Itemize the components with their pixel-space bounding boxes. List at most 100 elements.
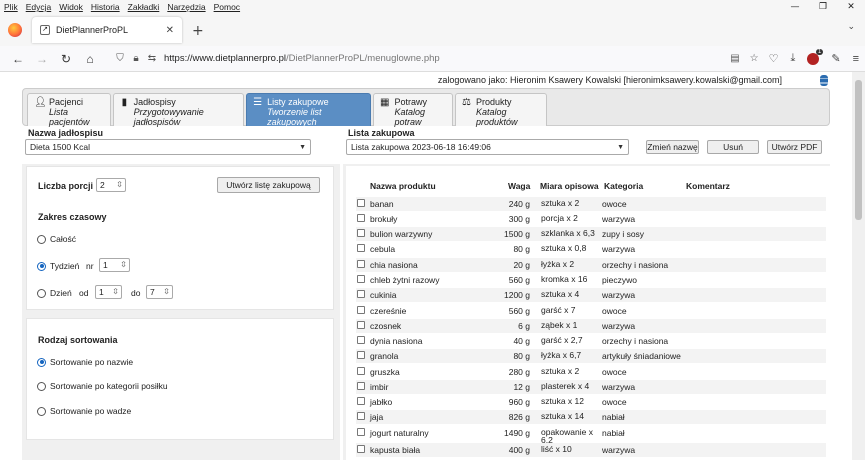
table-row: granola 80 g łyżka x 6,7 artykuły śniadanio… bbox=[356, 349, 826, 363]
minimize-icon[interactable]: — bbox=[781, 0, 809, 14]
home-icon[interactable]: ⌂ bbox=[78, 52, 102, 66]
cell-product: czereśnie bbox=[370, 306, 407, 316]
radio-circle[interactable] bbox=[37, 234, 46, 244]
row-checkbox[interactable] bbox=[357, 199, 365, 207]
row-checkbox[interactable] bbox=[357, 260, 365, 268]
menu-edit[interactable]: Edycja bbox=[26, 2, 52, 12]
cell-measure: łyżka x 2 bbox=[541, 259, 575, 269]
row-checkbox[interactable] bbox=[357, 367, 365, 375]
url-bar[interactable]: ⛉ 🔒︎ ⇆ https://www.dietplannerpro.pl/Die… bbox=[108, 48, 763, 70]
tab-shopping-lists[interactable]: ☰ Listy zakupowe Tworzenie list zakupowyc… bbox=[246, 93, 371, 127]
range-all-radio[interactable]: Całość bbox=[37, 234, 76, 244]
row-checkbox[interactable] bbox=[357, 412, 365, 420]
chevron-down-icon[interactable]: ⌄ bbox=[847, 22, 855, 32]
cell-category: warzywa bbox=[602, 244, 636, 254]
chevron-down-icon: ▼ bbox=[617, 143, 624, 151]
menu-bookmarks[interactable]: Zakładki bbox=[128, 2, 160, 12]
day-from-label: od bbox=[79, 288, 89, 298]
database-icon[interactable] bbox=[820, 75, 828, 86]
rename-button[interactable]: Zmień nazwę bbox=[646, 140, 699, 154]
close-window-icon[interactable]: ✕ bbox=[837, 0, 865, 14]
sort-by-category-label: Sortowanie po kategorii posiłku bbox=[50, 381, 168, 391]
cell-product: kapusta biała bbox=[370, 445, 421, 455]
day-to-input[interactable]: 7 bbox=[146, 285, 173, 299]
radio-circle[interactable] bbox=[37, 357, 46, 367]
reload-icon[interactable]: ↻ bbox=[54, 52, 78, 66]
tab-sublabel: Katalog potraw bbox=[394, 107, 425, 127]
close-tab-icon[interactable]: ✕ bbox=[166, 25, 174, 36]
tab-products[interactable]: ⚖ Produkty Katalog produktów bbox=[455, 93, 547, 127]
table-row: czereśnie 560 g garść x 7 owoce bbox=[356, 304, 826, 318]
create-list-button[interactable]: Utwórz listę zakupową bbox=[217, 177, 320, 193]
cell-measure: kromka x 16 bbox=[541, 274, 588, 284]
row-checkbox[interactable] bbox=[357, 336, 365, 344]
reader-view-icon[interactable]: ▤ bbox=[730, 53, 739, 64]
menu-select-value: Dieta 1500 Kcal bbox=[30, 142, 91, 152]
firefox-icon[interactable] bbox=[8, 23, 22, 37]
row-checkbox[interactable] bbox=[357, 351, 365, 359]
pocket-icon[interactable]: ♡ bbox=[769, 52, 779, 65]
row-checkbox[interactable] bbox=[357, 229, 365, 237]
range-day-radio[interactable]: Dzień bbox=[37, 288, 72, 298]
radio-circle[interactable] bbox=[37, 261, 46, 271]
cell-category: warzywa bbox=[602, 214, 636, 224]
forward-icon[interactable]: → bbox=[30, 52, 54, 66]
portions-input[interactable]: 2 bbox=[96, 178, 126, 192]
sort-by-weight-radio[interactable]: Sortowanie po wadze bbox=[37, 406, 131, 416]
extensions-icon[interactable]: ✎ bbox=[831, 52, 840, 65]
portions-label: Liczba porcji bbox=[38, 181, 94, 191]
row-checkbox[interactable] bbox=[357, 321, 365, 329]
table-row: jaja 826 g sztuka x 14 nabiał bbox=[356, 410, 826, 424]
bookmark-star-icon[interactable]: ☆ bbox=[750, 53, 759, 64]
row-checkbox[interactable] bbox=[357, 290, 365, 298]
row-checkbox[interactable] bbox=[357, 306, 365, 314]
row-checkbox[interactable] bbox=[357, 428, 365, 436]
tab-patients[interactable]: 👤︎ Pacjenci Lista pacjentów bbox=[27, 93, 111, 127]
shield-icon[interactable]: ⛉ bbox=[112, 53, 128, 64]
restore-icon[interactable]: ❐ bbox=[809, 0, 837, 14]
tab-menus[interactable]: ▮ Jadłospisy Przygotowywanie jadłospisów bbox=[113, 93, 244, 127]
week-nr-input[interactable]: 1 bbox=[99, 258, 130, 272]
cell-measure: liść x 10 bbox=[541, 444, 572, 454]
tab-dishes[interactable]: ▦ Potrawy Katalog potraw bbox=[373, 93, 453, 127]
cell-weight: 400 g bbox=[508, 445, 530, 455]
create-pdf-button[interactable]: Utwórz PDF bbox=[767, 140, 822, 154]
sort-by-name-radio[interactable]: Sortowanie po nazwie bbox=[37, 357, 133, 367]
menu-file[interactable]: Plik bbox=[4, 2, 18, 12]
row-checkbox[interactable] bbox=[357, 445, 365, 453]
row-checkbox[interactable] bbox=[357, 275, 365, 283]
delete-button[interactable]: Usuń bbox=[707, 140, 759, 154]
permissions-icon[interactable]: ⇆ bbox=[144, 53, 160, 64]
cell-measure: sztuka x 14 bbox=[541, 411, 584, 421]
radio-circle[interactable] bbox=[37, 406, 46, 416]
menu-view[interactable]: Widok bbox=[59, 2, 83, 12]
radio-circle[interactable] bbox=[37, 288, 46, 298]
row-checkbox[interactable] bbox=[357, 382, 365, 390]
cell-product: granola bbox=[370, 351, 399, 361]
page-scrollbar[interactable] bbox=[852, 72, 865, 460]
menu-select[interactable]: Dieta 1500 Kcal ▼ bbox=[25, 139, 311, 155]
extension-icon[interactable] bbox=[807, 48, 824, 65]
menu-history[interactable]: Historia bbox=[91, 2, 120, 12]
browser-tab[interactable]: ↗ DietPlannerProPL ✕ bbox=[32, 17, 182, 43]
downloads-icon[interactable]: ⤓ bbox=[790, 52, 795, 65]
radio-circle[interactable] bbox=[37, 381, 46, 391]
cell-product: brokuły bbox=[370, 214, 398, 224]
row-checkbox[interactable] bbox=[357, 214, 365, 222]
new-tab-icon[interactable]: + bbox=[192, 23, 204, 39]
cell-category: owoce bbox=[602, 306, 627, 316]
day-from-input[interactable]: 1 bbox=[95, 285, 122, 299]
menu-tools[interactable]: Narzędzia bbox=[167, 2, 205, 12]
sort-by-category-radio[interactable]: Sortowanie po kategorii posiłku bbox=[37, 381, 168, 391]
hamburger-menu-icon[interactable]: ≡ bbox=[853, 53, 859, 65]
range-week-radio[interactable]: Tydzień bbox=[37, 261, 79, 271]
menu-help[interactable]: Pomoc bbox=[214, 2, 240, 12]
lock-icon[interactable]: 🔒︎ bbox=[128, 53, 144, 64]
row-checkbox[interactable] bbox=[357, 244, 365, 252]
menu-select-label: Nazwa jadłospisu bbox=[28, 128, 104, 138]
back-icon[interactable]: ← bbox=[6, 52, 30, 66]
scrollbar-thumb[interactable] bbox=[855, 80, 862, 220]
row-checkbox[interactable] bbox=[357, 397, 365, 405]
list-select[interactable]: Lista zakupowa 2023-06-18 16:49:06 ▼ bbox=[346, 139, 629, 155]
cell-measure: sztuka x 4 bbox=[541, 289, 580, 299]
